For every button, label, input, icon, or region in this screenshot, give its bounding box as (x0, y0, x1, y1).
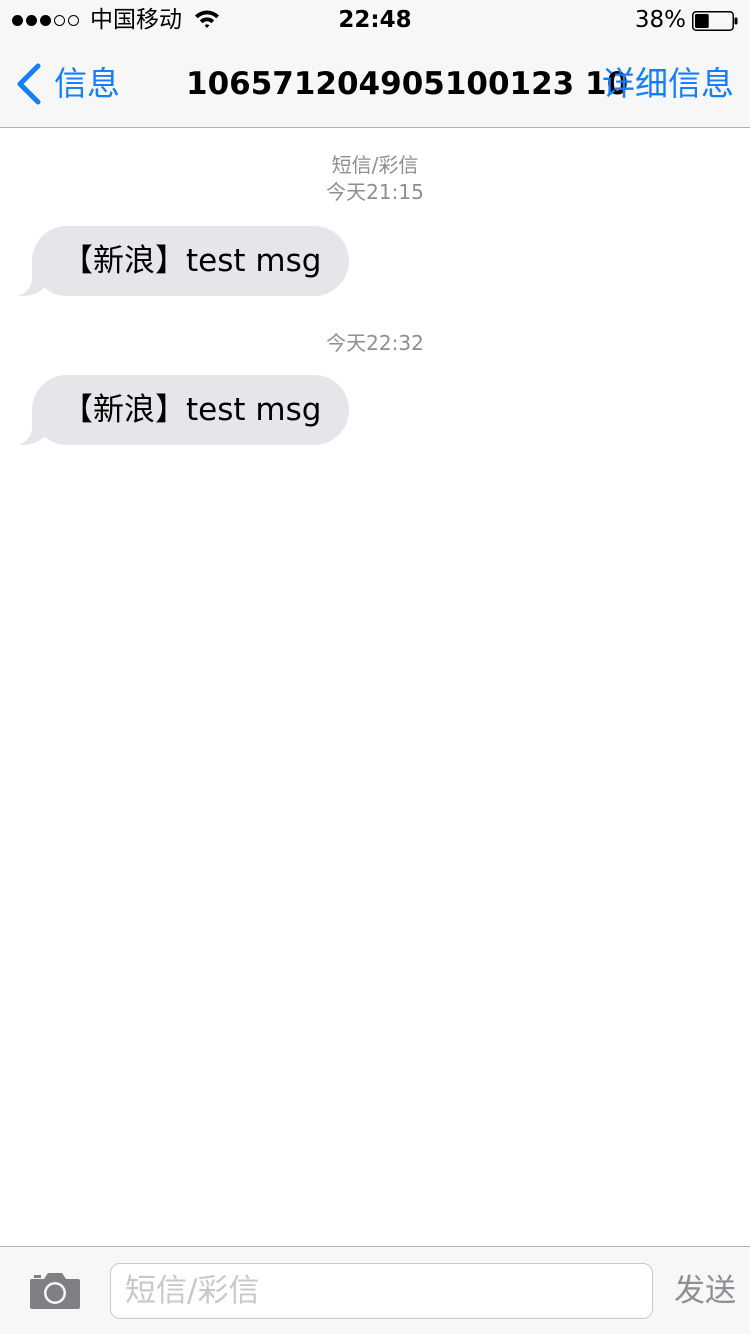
chevron-left-icon (17, 63, 41, 105)
battery-percentage: 38% (634, 7, 686, 33)
timestamp-header: 短信/彩信 今天21:15 (0, 152, 750, 206)
status-bar: 中国移动 22:48 38% (0, 0, 750, 40)
message-input[interactable] (110, 1263, 653, 1319)
battery-icon (692, 11, 738, 31)
message-timestamp: 今天21:15 (326, 180, 424, 204)
bubble-tail (18, 262, 58, 296)
message-timestamp: 今天22:32 (326, 331, 424, 355)
message-input-bar: 发送 (0, 1246, 750, 1334)
back-button-label: 信息 (54, 64, 120, 103)
send-button[interactable]: 发送 (674, 1269, 736, 1313)
message-text: 【新浪】test msg (62, 243, 322, 279)
navigation-bar: 信息 106571204905100123 10 详细信息 (0, 40, 750, 128)
incoming-message-bubble[interactable]: 【新浪】test msg (18, 226, 349, 296)
message-thread[interactable]: 短信/彩信 今天21:15 【新浪】test msg 今天22:32 【新浪】t… (0, 128, 750, 1246)
timestamp-header: 今天22:32 (0, 330, 750, 357)
conversation-title: 106571204905100123 10 (186, 66, 629, 102)
camera-icon[interactable] (28, 1269, 82, 1311)
top-bar: 中国移动 22:48 38% 信息 106571204905100123 10 … (0, 0, 750, 128)
message-service-label: 短信/彩信 (331, 153, 419, 177)
back-button[interactable]: 信息 (14, 62, 120, 106)
incoming-message-bubble[interactable]: 【新浪】test msg (18, 375, 349, 445)
details-button[interactable]: 详细信息 (602, 62, 734, 106)
bubble-tail (18, 411, 58, 445)
message-text: 【新浪】test msg (62, 392, 322, 428)
